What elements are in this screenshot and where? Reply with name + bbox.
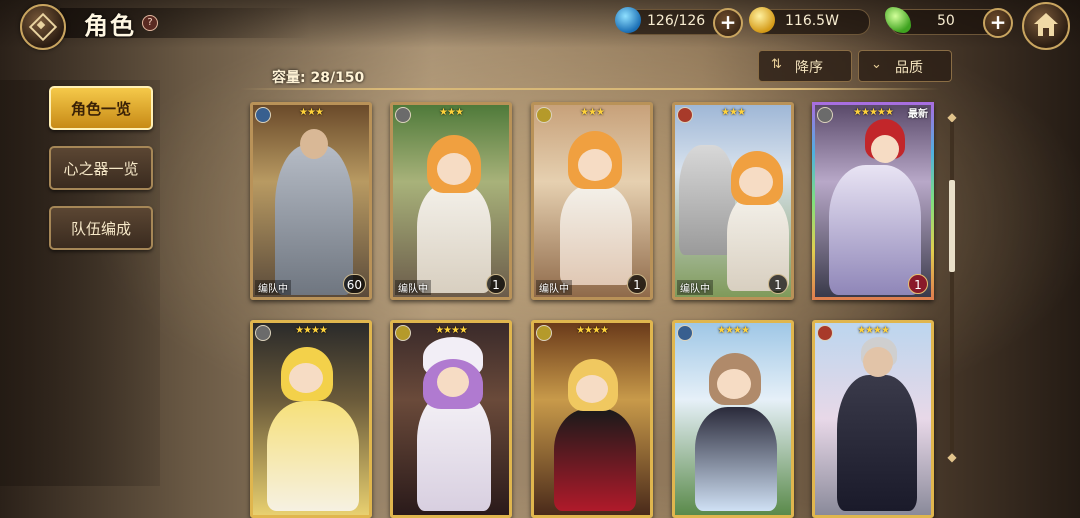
sort-icon: ⇅ <box>771 57 782 72</box>
back-button[interactable] <box>20 4 66 50</box>
character-card[interactable]: ★★★★ <box>672 320 794 518</box>
scrollbar-track[interactable] <box>950 122 954 452</box>
knight-figure <box>275 145 353 295</box>
quality-filter-button[interactable]: ⌄ 品质 <box>858 50 952 82</box>
noble-figure <box>829 165 921 295</box>
sidebar-item-character-list[interactable]: 角色一览 <box>49 86 153 130</box>
yellow-dress-figure <box>267 401 359 511</box>
white-cloak-figure <box>417 183 491 293</box>
card-art <box>253 323 369 515</box>
gem-counter: 50 + <box>885 7 1013 38</box>
card-stars: ★★★★ <box>295 325 328 336</box>
card-stars: ★★★★ <box>857 325 890 336</box>
girl-face <box>578 149 612 181</box>
in-team-tag: 编队中 <box>677 280 713 295</box>
card-level: 1 <box>908 274 928 294</box>
card-art <box>815 105 931 297</box>
home-roof-icon <box>1034 13 1058 24</box>
card-art <box>253 105 369 297</box>
card-level: 1 <box>768 274 788 294</box>
card-art <box>393 105 509 297</box>
character-card[interactable]: ★★★★ <box>250 320 372 518</box>
card-stars: ★★★★ <box>435 325 468 336</box>
suit-figure <box>837 375 917 511</box>
gold-value: 116.5W <box>785 13 839 29</box>
red-dress-figure <box>554 409 636 511</box>
scrollbar-thumb[interactable] <box>949 180 955 272</box>
girl-face <box>739 167 773 197</box>
home-button[interactable] <box>1022 2 1070 50</box>
home-door-icon <box>1043 28 1049 36</box>
girl-face <box>576 375 608 403</box>
character-card[interactable]: ★★★★ <box>812 320 934 518</box>
card-stars: ★★★★ <box>576 325 609 336</box>
stamina-counter: 126/126 + <box>615 7 743 38</box>
character-card[interactable]: ★★★★ <box>531 320 653 518</box>
girl-face <box>289 363 323 393</box>
gold-counter: 116.5W <box>749 7 870 35</box>
gem-plus-button[interactable]: + <box>983 8 1013 38</box>
scroll-up-icon[interactable]: ◆ <box>945 111 959 123</box>
sort-order-label: 降序 <box>795 60 823 76</box>
blue-dress-figure <box>695 407 777 511</box>
sidebar <box>0 80 160 486</box>
in-team-tag: 编队中 <box>536 280 572 295</box>
card-level: 60 <box>342 274 366 294</box>
sidebar-item-team-formation[interactable]: 队伍编成 <box>49 206 153 250</box>
girl-face <box>437 367 469 397</box>
character-card[interactable]: ★★★ 编队中 1 <box>531 102 653 300</box>
sort-order-button[interactable]: ⇅ 降序 <box>758 50 852 82</box>
stamina-value: 126/126 <box>647 13 706 29</box>
character-card[interactable]: ★★★ 编队中 1 <box>390 102 512 300</box>
character-card[interactable]: ★★★★ <box>390 320 512 518</box>
capacity-label: 容量: 28/150 <box>272 70 365 86</box>
page-title: 角色 <box>84 12 136 40</box>
scroll-down-icon[interactable]: ◆ <box>945 451 959 463</box>
card-stars: ★★★ <box>299 107 324 118</box>
character-card[interactable]: ★★★ 编队中 1 <box>672 102 794 300</box>
chevron-down-icon: ⌄ <box>871 57 882 72</box>
help-icon[interactable]: ? <box>142 15 158 31</box>
in-team-tag: 编队中 <box>395 280 431 295</box>
man-face <box>871 135 899 163</box>
gold-coin-icon <box>749 7 775 33</box>
card-stars: ★★★★ <box>717 325 750 336</box>
new-badge: 最新 <box>908 109 928 120</box>
card-stars: ★★★ <box>439 107 464 118</box>
card-art <box>534 323 650 515</box>
man-face <box>863 347 893 377</box>
character-card[interactable]: ★★★★★ 最新 1 <box>812 102 934 300</box>
card-art <box>815 323 931 515</box>
capacity-divider <box>240 88 940 90</box>
quality-filter-label: 品质 <box>895 60 923 76</box>
in-team-tag: 编队中 <box>255 280 291 295</box>
sidebar-item-heart-vessel-list[interactable]: 心之器一览 <box>49 146 153 190</box>
stamina-plus-button[interactable]: + <box>713 8 743 38</box>
card-level: 1 <box>486 274 506 294</box>
stamina-icon <box>615 7 641 33</box>
card-stars: ★★★ <box>721 107 746 118</box>
girl-face <box>717 369 751 399</box>
card-art <box>393 323 509 515</box>
character-card[interactable]: ★★★ 编队中 60 <box>250 102 372 300</box>
girl-face <box>437 153 471 185</box>
card-art <box>675 323 791 515</box>
white-coat-figure <box>417 393 491 511</box>
gem-value: 50 <box>937 13 955 29</box>
card-art <box>675 105 791 297</box>
knight-face <box>300 129 328 159</box>
white-cloak-figure <box>560 185 632 285</box>
card-level: 1 <box>627 274 647 294</box>
card-art <box>534 105 650 297</box>
card-stars: ★★★ <box>580 107 605 118</box>
